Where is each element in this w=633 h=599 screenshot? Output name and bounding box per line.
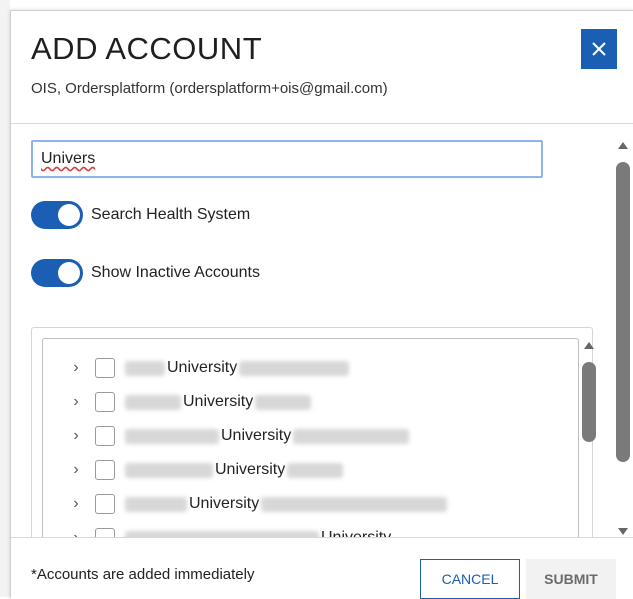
results-tree[interactable]: › University › University › University ›… bbox=[42, 338, 579, 558]
row-label: University bbox=[167, 359, 238, 376]
close-icon bbox=[592, 42, 606, 56]
redacted-text bbox=[261, 496, 448, 512]
dialog-body: Univers Search Health System Show Inacti… bbox=[11, 124, 633, 562]
close-button[interactable] bbox=[581, 29, 617, 69]
redacted-text bbox=[239, 360, 350, 376]
footer-note: *Accounts are added immediately bbox=[31, 566, 255, 583]
redacted-text bbox=[125, 360, 165, 376]
add-account-dialog: ADD ACCOUNT OIS, Ordersplatform (ordersp… bbox=[10, 10, 633, 599]
chevron-right-icon[interactable]: › bbox=[43, 427, 91, 445]
scrollbar-thumb[interactable] bbox=[582, 362, 596, 442]
row-checkbox[interactable] bbox=[95, 494, 115, 514]
search-health-system-toggle[interactable] bbox=[31, 201, 83, 229]
search-input-value: Univers bbox=[41, 150, 96, 167]
chevron-right-icon[interactable]: › bbox=[43, 359, 91, 377]
redacted-text bbox=[125, 394, 181, 410]
submit-button[interactable]: SUBMIT bbox=[526, 559, 616, 599]
show-inactive-accounts-label: Show Inactive Accounts bbox=[91, 264, 260, 281]
toggle-search-health-system-row: Search Health System bbox=[31, 201, 250, 229]
redacted-text bbox=[125, 428, 219, 444]
tree-row[interactable]: › University bbox=[43, 385, 312, 419]
toggle-show-inactive-row: Show Inactive Accounts bbox=[31, 259, 260, 287]
results-scrollbar[interactable] bbox=[582, 342, 596, 532]
row-checkbox[interactable] bbox=[95, 358, 115, 378]
row-checkbox[interactable] bbox=[95, 460, 115, 480]
row-label: University bbox=[183, 393, 254, 410]
scroll-down-arrow-icon[interactable] bbox=[618, 528, 628, 535]
chevron-right-icon[interactable]: › bbox=[43, 495, 91, 513]
chevron-right-icon[interactable]: › bbox=[43, 461, 91, 479]
cancel-button[interactable]: CANCEL bbox=[420, 559, 520, 599]
show-inactive-accounts-toggle[interactable] bbox=[31, 259, 83, 287]
redacted-text bbox=[287, 462, 344, 478]
row-label: University bbox=[215, 461, 286, 478]
row-label: University bbox=[189, 495, 260, 512]
dialog-header: ADD ACCOUNT OIS, Ordersplatform (ordersp… bbox=[11, 11, 633, 124]
row-label: University bbox=[221, 427, 292, 444]
dialog-footer: *Accounts are added immediately CANCEL S… bbox=[11, 537, 633, 599]
redacted-text bbox=[293, 428, 410, 444]
redacted-text bbox=[125, 462, 213, 478]
results-panel: › University › University › University ›… bbox=[31, 327, 596, 562]
tree-row[interactable]: › University bbox=[43, 419, 410, 453]
chevron-right-icon[interactable]: › bbox=[43, 393, 91, 411]
dialog-subtitle: OIS, Ordersplatform (ordersplatform+ois@… bbox=[31, 80, 388, 97]
account-search-input[interactable]: Univers bbox=[31, 140, 543, 178]
row-checkbox[interactable] bbox=[95, 392, 115, 412]
tree-row[interactable]: › University bbox=[43, 351, 350, 385]
search-health-system-label: Search Health System bbox=[91, 206, 251, 223]
background-page bbox=[0, 0, 10, 597]
dialog-scrollbar[interactable] bbox=[615, 124, 631, 544]
tree-row[interactable]: › University bbox=[43, 453, 344, 487]
scrollbar-thumb[interactable] bbox=[616, 162, 630, 462]
dialog-title: ADD ACCOUNT bbox=[31, 31, 263, 66]
scroll-up-arrow-icon[interactable] bbox=[618, 142, 628, 149]
scroll-up-arrow-icon[interactable] bbox=[584, 342, 594, 349]
redacted-text bbox=[125, 496, 187, 512]
row-checkbox[interactable] bbox=[95, 426, 115, 446]
redacted-text bbox=[255, 394, 312, 410]
tree-row[interactable]: › University bbox=[43, 487, 448, 521]
